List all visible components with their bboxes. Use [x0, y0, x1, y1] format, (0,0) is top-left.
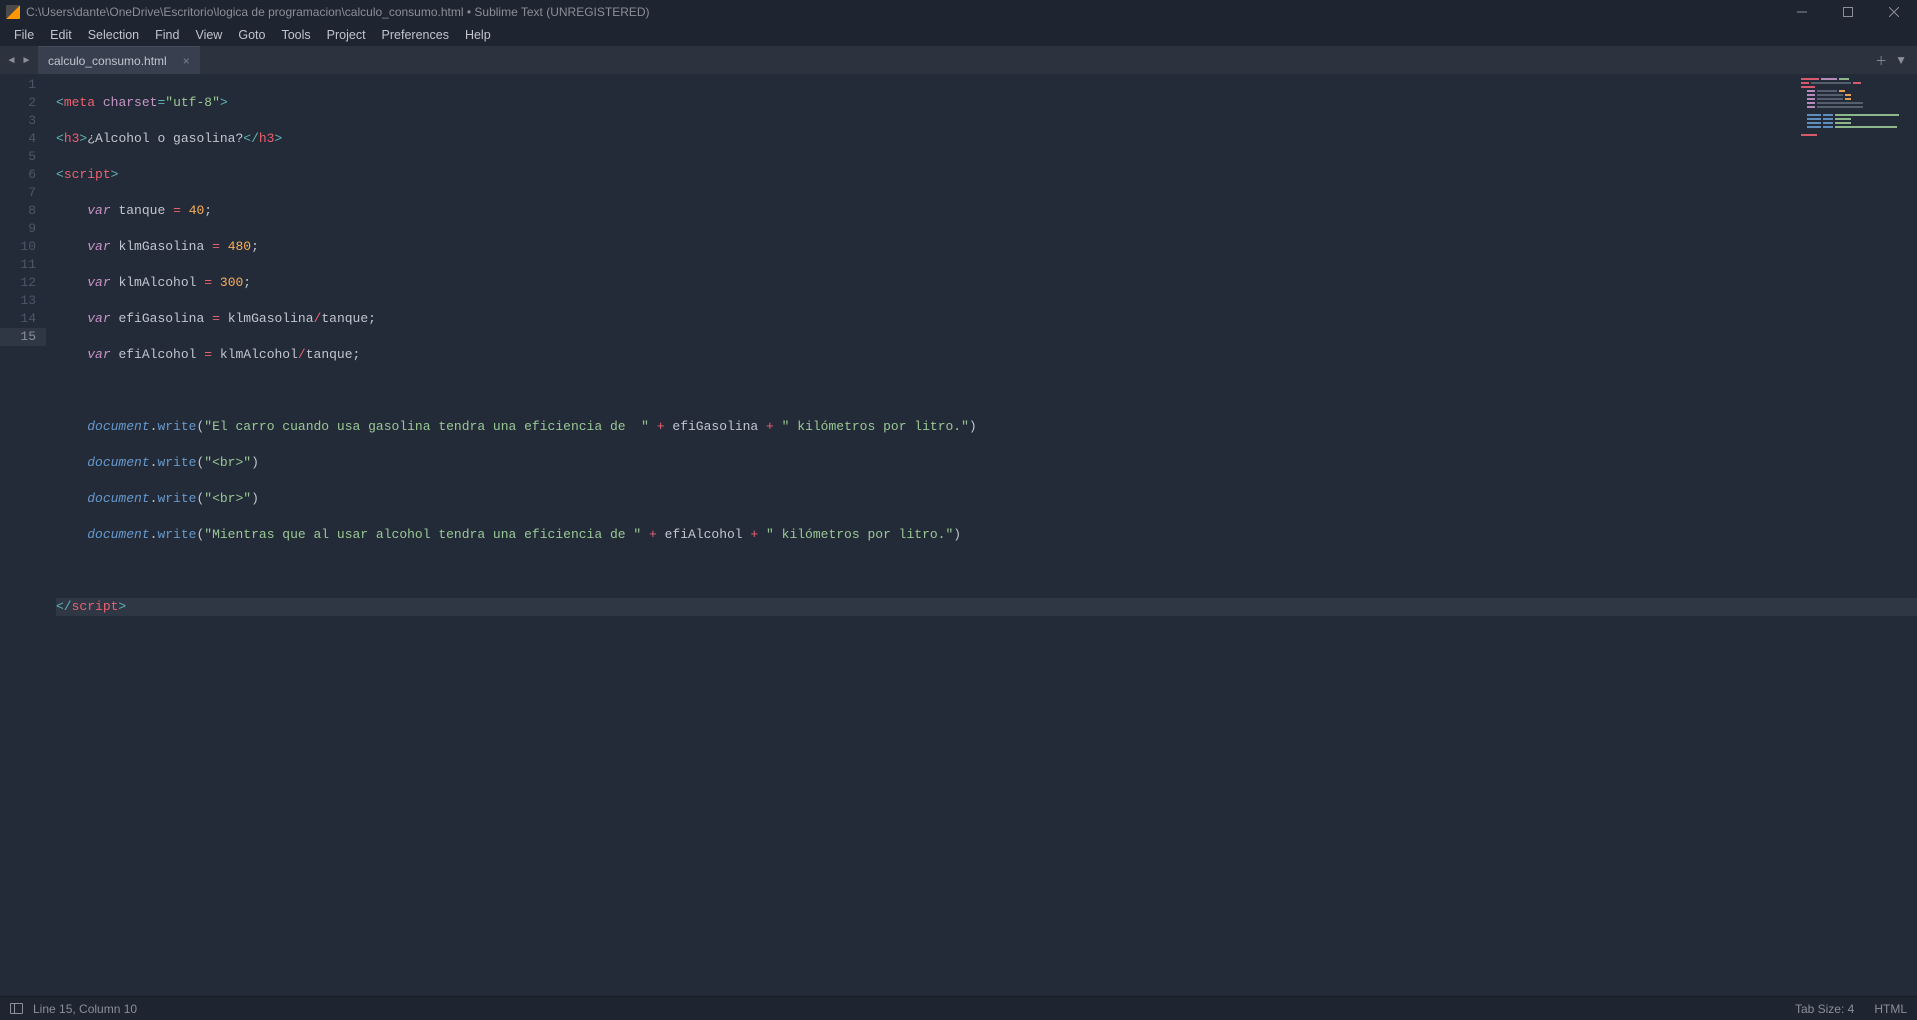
nav-back-button[interactable]: ◄: [4, 46, 19, 74]
close-button[interactable]: [1871, 0, 1917, 24]
sublime-logo-icon: [6, 5, 20, 19]
menu-project[interactable]: Project: [319, 25, 374, 45]
tab-label: calculo_consumo.html: [48, 54, 167, 68]
menu-tools[interactable]: Tools: [273, 25, 318, 45]
cursor-position[interactable]: Line 15, Column 10: [33, 1002, 137, 1016]
minimap[interactable]: [1801, 78, 1911, 138]
statusbar: Line 15, Column 10 Tab Size: 4 HTML: [0, 996, 1917, 1020]
nav-forward-button[interactable]: ►: [19, 46, 34, 74]
window-controls: [1779, 0, 1917, 24]
maximize-button[interactable]: [1825, 0, 1871, 24]
file-tab[interactable]: calculo_consumo.html ×: [38, 46, 200, 74]
menu-edit[interactable]: Edit: [42, 25, 80, 45]
code-area[interactable]: <meta charset="utf-8"> <h3>¿Alcohol o ga…: [46, 74, 1917, 996]
menu-goto[interactable]: Goto: [230, 25, 273, 45]
minimize-button[interactable]: [1779, 0, 1825, 24]
tab-close-icon[interactable]: ×: [183, 54, 190, 68]
tabbar: ◄ ► calculo_consumo.html × ＋ ▼: [0, 46, 1917, 74]
indent-status[interactable]: Tab Size: 4: [1795, 1002, 1854, 1016]
menubar: File Edit Selection Find View Goto Tools…: [0, 24, 1917, 46]
menu-help[interactable]: Help: [457, 25, 499, 45]
new-tab-button[interactable]: ＋: [1871, 52, 1891, 69]
titlebar: C:\Users\dante\OneDrive\Escritorio\logic…: [0, 0, 1917, 24]
menu-file[interactable]: File: [6, 25, 42, 45]
menu-selection[interactable]: Selection: [80, 25, 147, 45]
syntax-status[interactable]: HTML: [1874, 1002, 1907, 1016]
editor[interactable]: 123456789101112131415 <meta charset="utf…: [0, 74, 1917, 996]
menu-find[interactable]: Find: [147, 25, 187, 45]
sidebar-toggle-icon[interactable]: [10, 1003, 23, 1014]
menu-view[interactable]: View: [187, 25, 230, 45]
menu-preferences[interactable]: Preferences: [374, 25, 457, 45]
line-number-gutter: 123456789101112131415: [0, 74, 46, 996]
tab-dropdown-icon[interactable]: ▼: [1891, 53, 1911, 67]
titlebar-path: C:\Users\dante\OneDrive\Escritorio\logic…: [26, 5, 650, 19]
